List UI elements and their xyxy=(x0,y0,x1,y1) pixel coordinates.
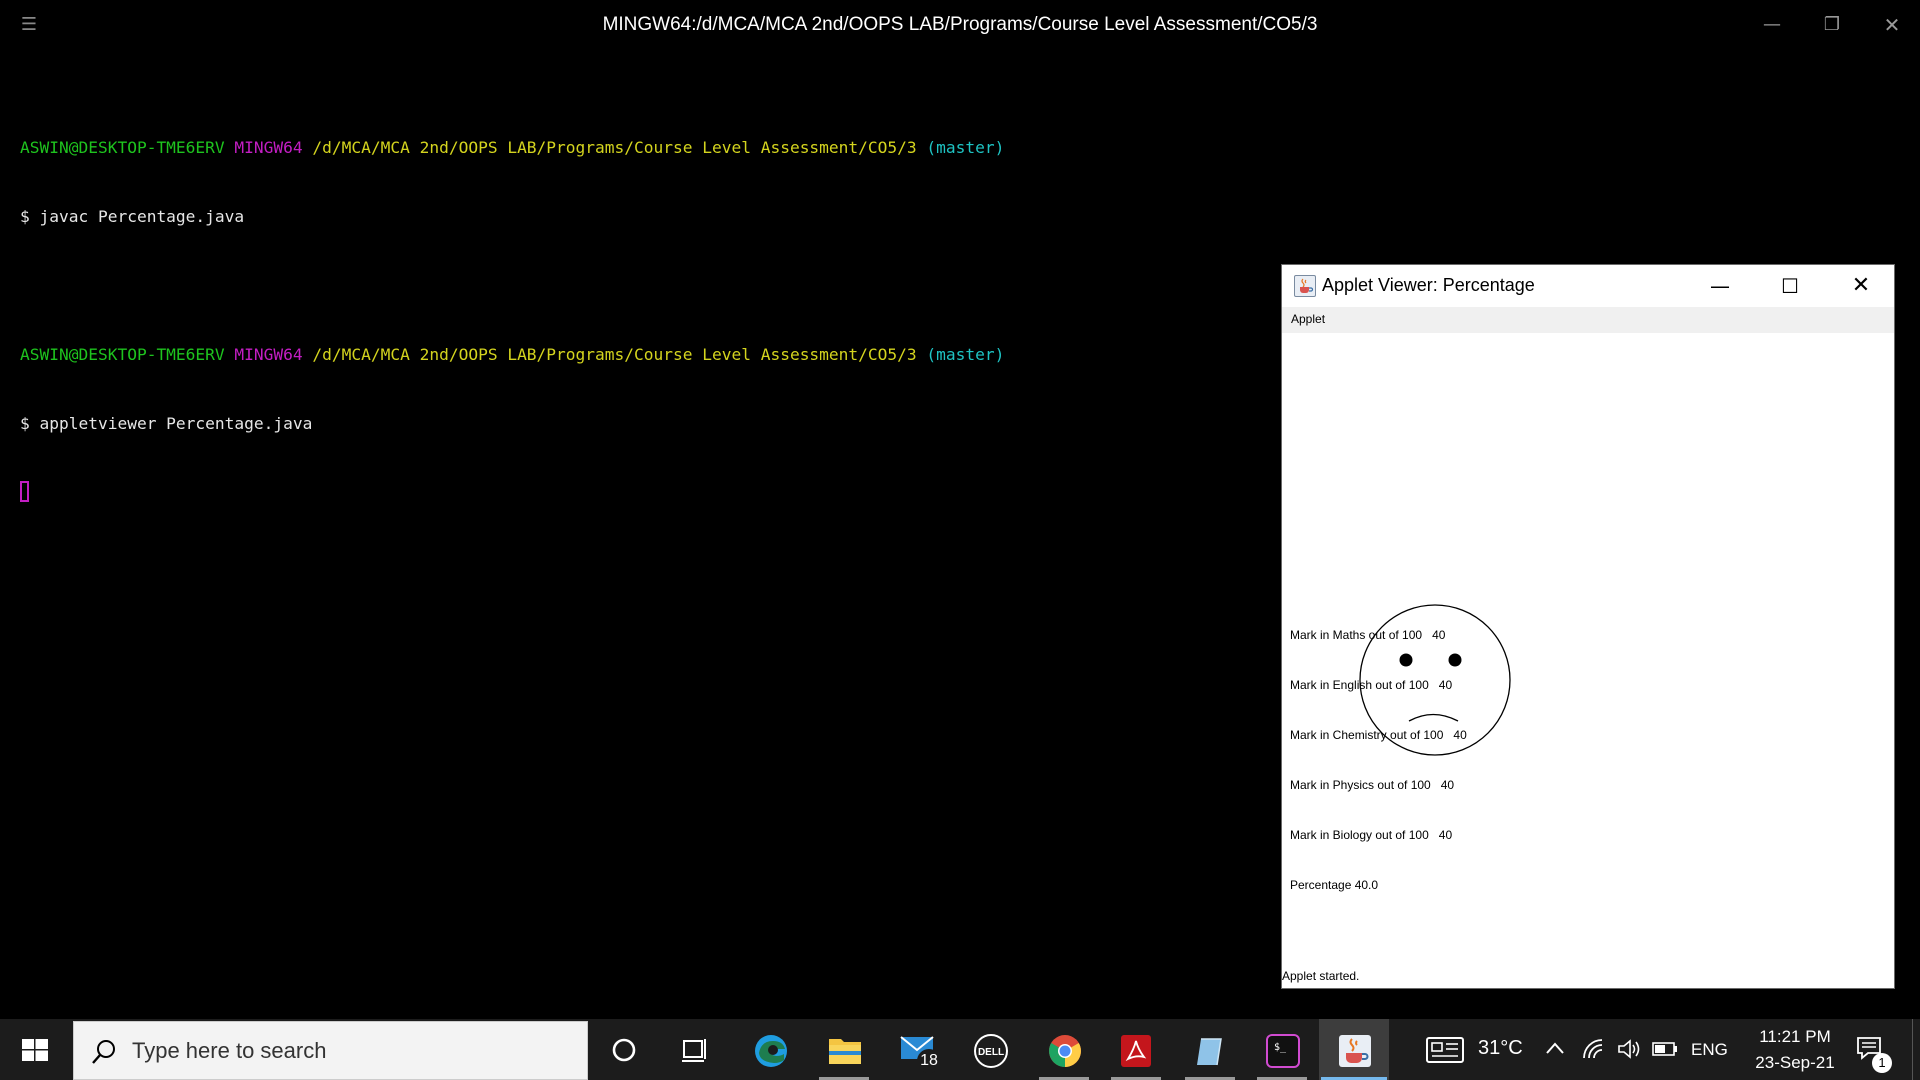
dell-button[interactable]: DELL xyxy=(955,1019,1025,1080)
svg-text:DELL: DELL xyxy=(978,1047,1004,1058)
close-button[interactable]: ✕ xyxy=(1874,10,1910,40)
notepad-icon xyxy=(1197,1038,1222,1066)
edge-button[interactable] xyxy=(735,1019,805,1080)
mail-badge: 18 xyxy=(917,1049,941,1073)
task-view-icon xyxy=(682,1039,706,1062)
show-desktop-button[interactable] xyxy=(1912,1019,1920,1080)
applet-maximize-button[interactable]: ☐ xyxy=(1765,267,1815,305)
mark-english: Mark in English out of 100 40 xyxy=(1290,678,1452,692)
prompt-shell: MINGW64 xyxy=(234,138,303,157)
mark-value: 40 xyxy=(1432,628,1446,642)
frown-mouth xyxy=(1408,713,1459,722)
svg-text:$_: $_ xyxy=(1274,1042,1287,1053)
prompt-path: /d/MCA/MCA 2nd/OOPS LAB/Programs/Course … xyxy=(312,138,917,157)
chrome-icon xyxy=(1049,1035,1081,1067)
chrome-button[interactable] xyxy=(1029,1019,1099,1080)
weather-temperature[interactable]: 31°C xyxy=(1478,1037,1523,1060)
mark-label: Mark in English out of 100 xyxy=(1290,678,1429,692)
applet-viewer-window[interactable]: Applet Viewer: Percentage — ☐ ✕ Applet M… xyxy=(1281,264,1895,989)
search-icon xyxy=(92,1040,115,1064)
wifi-icon[interactable] xyxy=(1582,1038,1604,1060)
windows-start-icon xyxy=(22,1039,48,1061)
battery-icon[interactable] xyxy=(1652,1041,1678,1057)
mark-label: Mark in Chemistry out of 100 xyxy=(1290,728,1444,742)
prompt-branch: (master) xyxy=(926,138,1005,157)
chevron-up-icon[interactable] xyxy=(1545,1041,1565,1055)
mark-value: 40 xyxy=(1440,778,1455,792)
mail-button[interactable]: 18 xyxy=(881,1019,951,1080)
notification-badge: 1 xyxy=(1872,1053,1892,1073)
mark-label: Mark in Maths out of 100 xyxy=(1290,628,1423,642)
cortana-icon xyxy=(612,1038,636,1062)
edge-icon xyxy=(755,1035,787,1067)
language-indicator[interactable]: ENG xyxy=(1691,1040,1728,1060)
left-eye xyxy=(1399,653,1413,667)
restore-button[interactable]: ❐ xyxy=(1814,10,1850,40)
taskbar: Type here to search 18 DELL $_ 31°C ENG … xyxy=(0,1019,1920,1080)
java-cup-icon xyxy=(1300,278,1314,293)
task-view-button[interactable] xyxy=(661,1019,731,1080)
mark-maths: Mark in Maths out of 100 40 xyxy=(1290,628,1445,642)
applet-menubar: Applet xyxy=(1282,307,1894,333)
clock-time[interactable]: 11:21 PM xyxy=(1750,1027,1840,1047)
command-line: $ javac Percentage.java xyxy=(20,207,245,226)
cursor-line[interactable] xyxy=(20,481,1004,504)
mark-label: Mark in Biology out of 100 xyxy=(1290,828,1429,842)
acrobat-button[interactable] xyxy=(1101,1019,1171,1080)
search-placeholder: Type here to search xyxy=(132,1038,327,1063)
volume-icon[interactable] xyxy=(1617,1038,1641,1060)
cortana-button[interactable] xyxy=(589,1019,659,1080)
java-icon xyxy=(1294,275,1316,297)
clock-date[interactable]: 23-Sep-21 xyxy=(1745,1053,1845,1073)
mark-value: 40 xyxy=(1438,828,1453,842)
applet-menu[interactable]: Applet xyxy=(1291,312,1325,326)
prompt-user: ASWIN@DESKTOP-TME6ERV xyxy=(20,138,225,157)
taskbar-search-box[interactable]: Type here to search xyxy=(73,1021,588,1080)
terminal-button[interactable]: $_ xyxy=(1247,1019,1317,1080)
terminal-title: MINGW64:/d/MCA/MCA 2nd/OOPS LAB/Programs… xyxy=(602,14,1318,35)
mark-value: 40 xyxy=(1453,728,1467,742)
prompt-user: ASWIN@DESKTOP-TME6ERV xyxy=(20,345,225,364)
prompt-branch: (master) xyxy=(926,345,1005,364)
applet-status-bar: Applet started. xyxy=(1282,969,1360,983)
mark-label: Mark in Physics out of 100 xyxy=(1290,778,1431,792)
prompt-line: ASWIN@DESKTOP-TME6ERV MINGW64 /d/MCA/MCA… xyxy=(20,136,1004,159)
applet-close-button[interactable]: ✕ xyxy=(1836,267,1886,305)
terminal-output[interactable]: ASWIN@DESKTOP-TME6ERV MINGW64 /d/MCA/MCA… xyxy=(20,90,1004,550)
notepad-button[interactable] xyxy=(1175,1019,1245,1080)
applet-titlebar[interactable]: Applet Viewer: Percentage — ☐ ✕ xyxy=(1282,265,1894,307)
right-eye xyxy=(1448,653,1462,667)
mark-value: 40 xyxy=(1438,678,1453,692)
applet-minimize-button[interactable]: — xyxy=(1695,267,1745,305)
java-icon xyxy=(1339,1035,1371,1067)
mark-physics: Mark in Physics out of 100 40 xyxy=(1290,778,1454,792)
prompt-shell: MINGW64 xyxy=(234,345,303,364)
applet-window-title: Applet Viewer: Percentage xyxy=(1322,275,1535,295)
weather-news-icon[interactable] xyxy=(1426,1037,1464,1063)
mark-biology: Mark in Biology out of 100 40 xyxy=(1290,828,1452,842)
terminal-titlebar[interactable]: ☰ MINGW64:/d/MCA/MCA 2nd/OOPS LAB/Progra… xyxy=(0,0,1920,52)
terminal-icon: $_ xyxy=(1266,1034,1300,1068)
prompt-line: ASWIN@DESKTOP-TME6ERV MINGW64 /d/MCA/MCA… xyxy=(20,343,1004,366)
terminal-cursor xyxy=(20,481,29,502)
dell-icon: DELL xyxy=(974,1034,1008,1068)
file-explorer-button[interactable] xyxy=(809,1019,879,1080)
mark-chemistry: Mark in Chemistry out of 100 40 xyxy=(1290,728,1467,742)
file-explorer-icon xyxy=(829,1039,861,1064)
prompt-path: /d/MCA/MCA 2nd/OOPS LAB/Programs/Course … xyxy=(312,345,917,364)
minimize-button[interactable]: — xyxy=(1754,10,1790,40)
command-line: $ appletviewer Percentage.java xyxy=(20,414,313,433)
java-applet-button[interactable] xyxy=(1319,1019,1389,1080)
acrobat-icon xyxy=(1121,1035,1151,1067)
percentage-result: Percentage 40.0 xyxy=(1290,878,1379,892)
start-button[interactable] xyxy=(0,1019,70,1080)
